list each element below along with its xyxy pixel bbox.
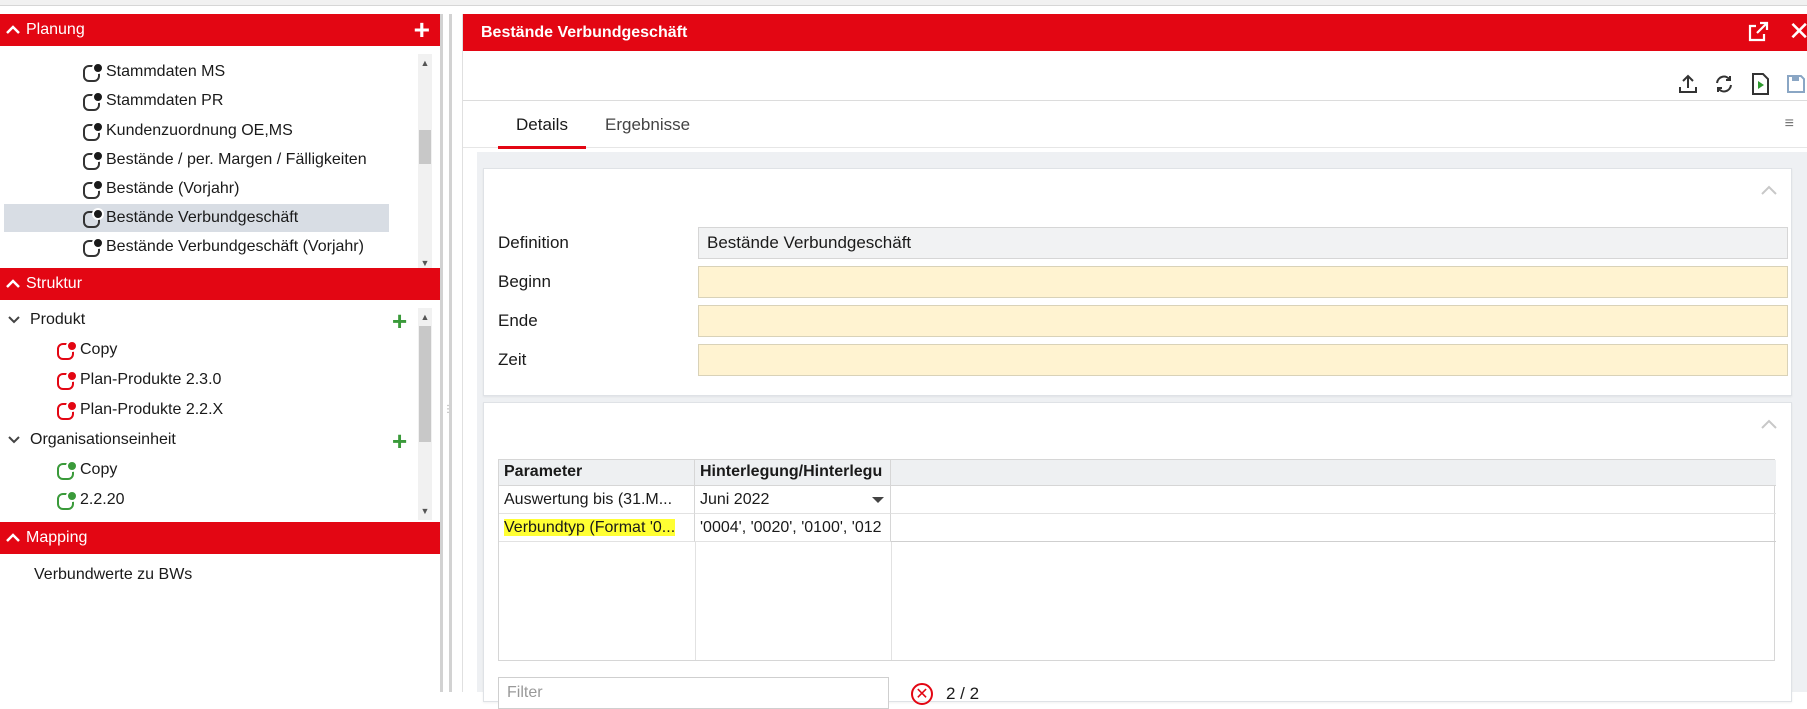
row-count: 2 / 2 bbox=[946, 684, 980, 703]
detail-title: Bestände Verbundgeschäft bbox=[481, 23, 688, 41]
tab-ergebnisse[interactable]: Ergebnisse bbox=[587, 101, 708, 149]
tree-item-selected[interactable]: Bestände Verbundgeschäft bbox=[4, 204, 389, 232]
scroll-thumb[interactable] bbox=[419, 130, 431, 164]
definition-row: Definition Bestände Verbundgeschäft bbox=[484, 227, 1794, 259]
struktur-header[interactable]: Struktur bbox=[0, 268, 440, 300]
tree-item[interactable]: Stammdaten MS bbox=[82, 58, 225, 86]
left-panel: Planung + Stammdaten MS Stammdaten PR Ku… bbox=[0, 14, 440, 692]
planung-scrollbar[interactable]: ▲ ▼ bbox=[418, 54, 432, 272]
tree-group-produkt[interactable]: Produkt bbox=[6, 306, 85, 334]
node-icon bbox=[56, 340, 78, 360]
beginn-label: Beginn bbox=[498, 272, 551, 291]
beginn-row: Beginn bbox=[484, 266, 1794, 298]
add-organisationseinheit-icon[interactable]: + bbox=[392, 428, 407, 454]
planung-header[interactable]: Planung + bbox=[0, 14, 440, 46]
tree-item[interactable]: Bestände (Vorjahr) bbox=[82, 175, 239, 203]
chevron-down-icon[interactable] bbox=[6, 432, 22, 448]
ende-field[interactable] bbox=[698, 305, 1788, 337]
content-area: Definition Bestände Verbundgeschäft Begi… bbox=[477, 152, 1807, 709]
tree-item[interactable]: Copy bbox=[56, 456, 117, 484]
mapping-header[interactable]: Mapping bbox=[0, 522, 440, 554]
panel-splitter[interactable]: ⋮ bbox=[440, 14, 454, 692]
splitter-grip-icon[interactable]: ⋮ bbox=[443, 404, 453, 434]
chevron-up-icon[interactable] bbox=[0, 522, 26, 554]
scroll-up-icon[interactable]: ▲ bbox=[418, 56, 432, 70]
node-icon bbox=[82, 91, 104, 111]
tabs-bar: Details Ergebnisse ≡ bbox=[463, 100, 1807, 149]
ende-row: Ende bbox=[484, 305, 1794, 337]
tree-item[interactable]: Stammdaten PR bbox=[82, 87, 223, 115]
parameter-card: Parameter Hinterlegung/Hinterlegu Auswer… bbox=[483, 402, 1792, 709]
beginn-field[interactable] bbox=[698, 266, 1788, 298]
mapping-item[interactable]: Verbundwerte zu BWs bbox=[30, 561, 192, 589]
chevron-up-icon[interactable] bbox=[0, 14, 26, 46]
chevron-down-icon[interactable] bbox=[6, 312, 22, 328]
collapse-icon[interactable] bbox=[1761, 413, 1777, 434]
zeit-label: Zeit bbox=[498, 350, 527, 369]
grid-cell-value[interactable]: '0004', '0020', '0100', '012 bbox=[695, 514, 891, 542]
tree-item[interactable]: Bestände Verbundgeschäft (Vorjahr) bbox=[82, 233, 364, 261]
tree-item[interactable]: 2.2.20 bbox=[56, 486, 124, 514]
open-external-icon[interactable] bbox=[1746, 20, 1770, 44]
node-icon bbox=[56, 490, 78, 510]
detail-panel: Bestände Verbundgeschäft ✕ Details Ergeb… bbox=[462, 14, 1807, 709]
node-icon bbox=[82, 62, 104, 82]
definition-field: Bestände Verbundgeschäft bbox=[698, 227, 1788, 259]
scroll-down-icon[interactable]: ▼ bbox=[418, 504, 432, 518]
menu-icon[interactable]: ≡ bbox=[1785, 115, 1794, 133]
node-icon bbox=[82, 179, 104, 199]
tree-item[interactable]: Bestände / per. Margen / Fälligkeiten bbox=[82, 146, 367, 174]
ende-label: Ende bbox=[498, 311, 538, 330]
save-icon[interactable] bbox=[1785, 72, 1807, 96]
node-icon bbox=[56, 400, 78, 420]
tab-details[interactable]: Details bbox=[498, 101, 586, 149]
detail-header: Bestände Verbundgeschäft ✕ bbox=[463, 14, 1807, 51]
chevron-up-icon[interactable] bbox=[0, 268, 26, 300]
planung-title: Planung bbox=[26, 21, 85, 38]
clear-filter-icon[interactable]: ✕ bbox=[911, 683, 933, 705]
tree-item[interactable]: Plan-Produkte 2.2.X bbox=[56, 396, 223, 424]
run-document-icon[interactable] bbox=[1749, 72, 1771, 96]
zeit-field[interactable] bbox=[698, 344, 1788, 376]
zeit-row: Zeit bbox=[484, 344, 1794, 376]
column-header-hinterlegung[interactable]: Hinterlegung/Hinterlegu bbox=[695, 460, 891, 486]
grid-cell-value-dropdown[interactable]: Juni 2022 bbox=[695, 486, 891, 514]
tree-item[interactable]: Kundenzuordnung OE,MS bbox=[82, 117, 293, 145]
mapping-title: Mapping bbox=[26, 529, 88, 546]
collapse-icon[interactable] bbox=[1761, 179, 1777, 200]
struktur-scrollbar[interactable]: ▲ ▼ bbox=[418, 308, 432, 520]
add-produkt-icon[interactable]: + bbox=[392, 308, 407, 334]
node-icon bbox=[56, 370, 78, 390]
node-icon bbox=[82, 208, 104, 228]
node-icon bbox=[56, 460, 78, 480]
column-header-parameter[interactable]: Parameter bbox=[499, 460, 695, 486]
detail-toolbar bbox=[1677, 72, 1807, 102]
filter-input[interactable]: Filter bbox=[498, 677, 889, 709]
node-icon bbox=[82, 150, 104, 170]
scroll-thumb[interactable] bbox=[419, 326, 431, 442]
scroll-up-icon[interactable]: ▲ bbox=[418, 310, 432, 324]
definition-card: Definition Bestände Verbundgeschäft Begi… bbox=[483, 168, 1792, 396]
refresh-icon[interactable] bbox=[1713, 72, 1735, 96]
parameter-grid: Parameter Hinterlegung/Hinterlegu Auswer… bbox=[498, 459, 1776, 661]
export-icon[interactable] bbox=[1677, 72, 1699, 96]
definition-label: Definition bbox=[498, 233, 569, 252]
close-icon[interactable]: ✕ bbox=[1788, 16, 1807, 46]
grid-cell-param[interactable]: Verbundtyp (Format '0... bbox=[499, 514, 695, 542]
tree-item[interactable]: Copy bbox=[56, 336, 117, 364]
top-strip bbox=[0, 0, 1807, 6]
tree-item[interactable]: Plan-Produkte 2.3.0 bbox=[56, 366, 221, 394]
grid-cell-param[interactable]: Auswertung bis (31.M... bbox=[499, 486, 695, 514]
add-icon[interactable]: + bbox=[414, 16, 430, 44]
dropdown-arrow-icon[interactable] bbox=[872, 497, 884, 503]
tree-group-organisationseinheit[interactable]: Organisationseinheit bbox=[6, 426, 176, 454]
node-icon bbox=[82, 237, 104, 257]
node-icon bbox=[82, 121, 104, 141]
struktur-title: Struktur bbox=[26, 275, 83, 292]
